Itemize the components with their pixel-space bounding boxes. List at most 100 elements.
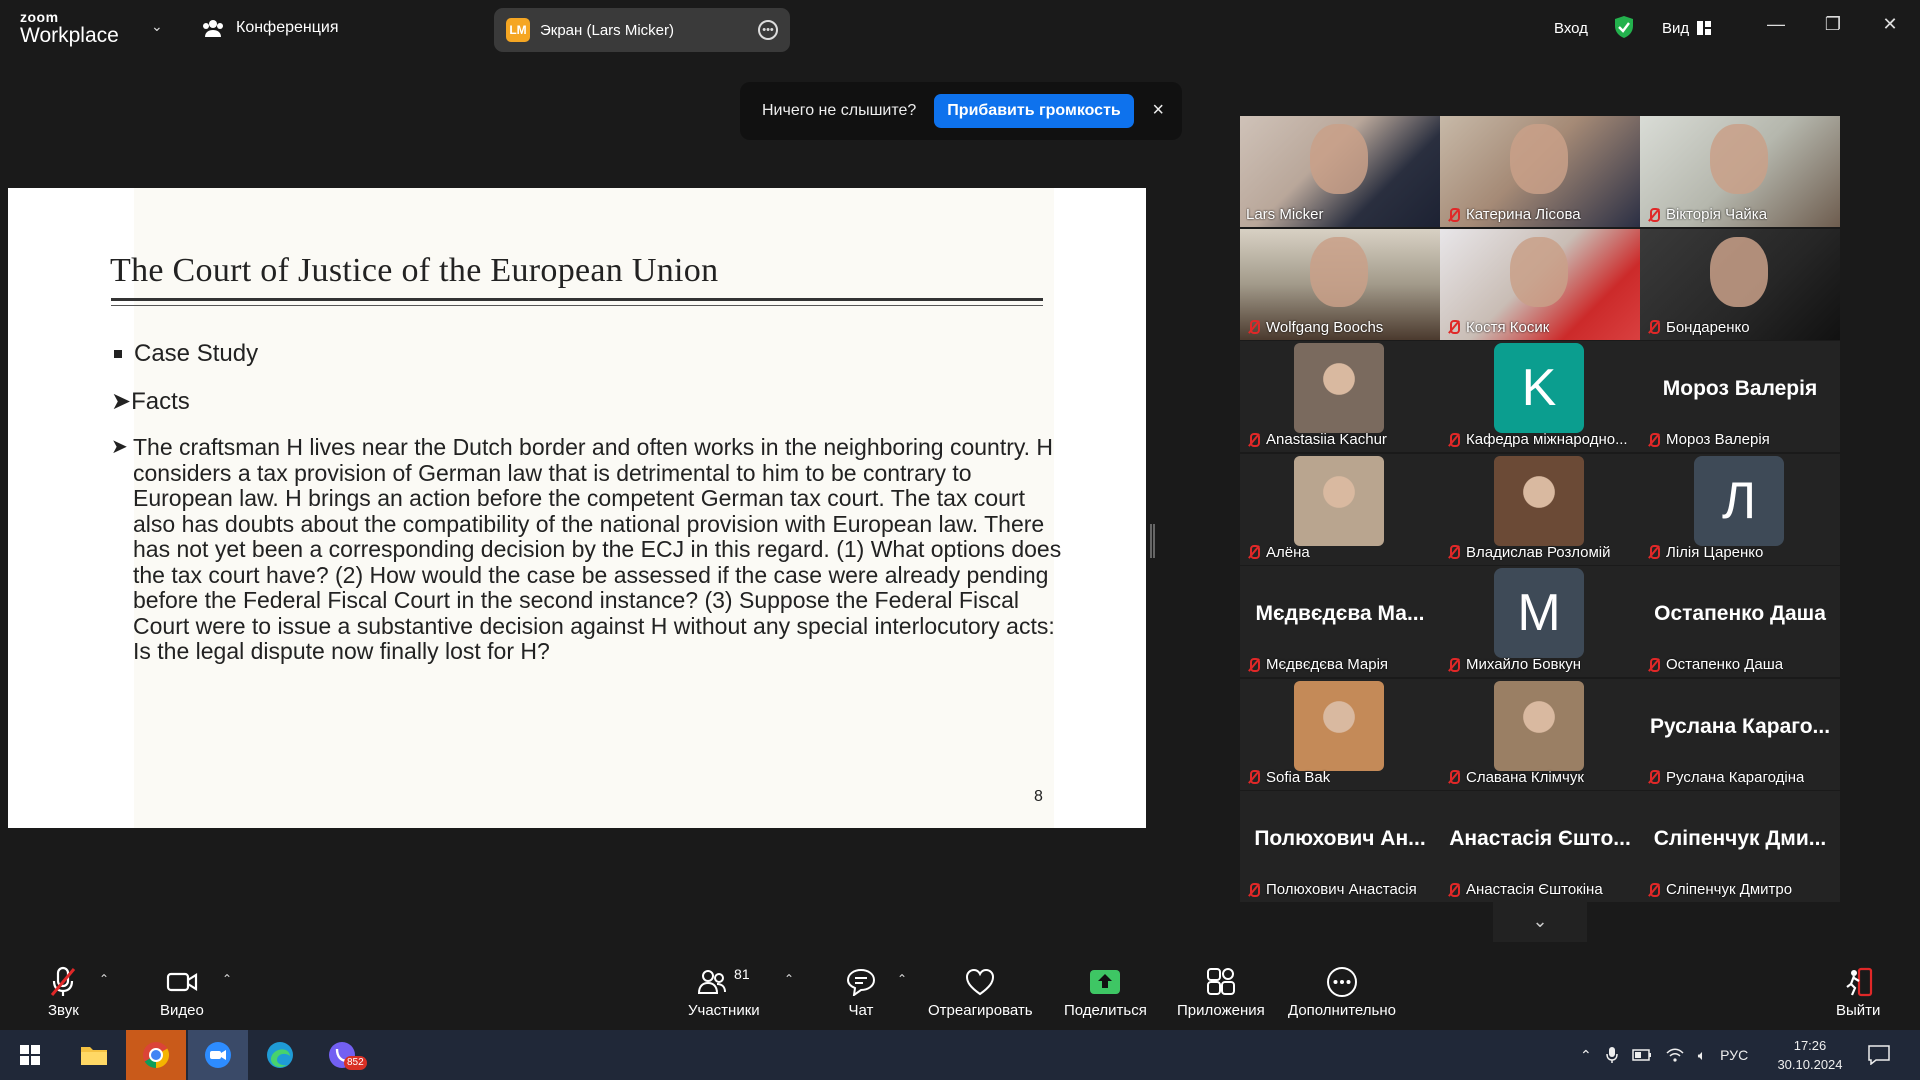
participant-tile[interactable]: Алёна	[1240, 453, 1440, 565]
restore-icon[interactable]: ❐	[1821, 14, 1845, 35]
view-button[interactable]: Вид	[1662, 0, 1712, 56]
participant-tile[interactable]: Sofia Bak	[1240, 678, 1440, 790]
slide-title: The Court of Justice of the European Uni…	[110, 252, 719, 289]
video-button[interactable]: Видео	[160, 966, 204, 1019]
participant-tile[interactable]: Wolfgang Boochs	[1240, 228, 1440, 340]
participant-display-name: Полюхович Ан...	[1254, 827, 1426, 850]
wifi-icon[interactable]	[1666, 1047, 1684, 1063]
participant-tile[interactable]: Полюхович Ан... Полюхович Анастасія	[1240, 791, 1440, 902]
mic-muted-icon	[1646, 207, 1660, 223]
participant-tile[interactable]: Сліпенчук Дми... Сліпенчук Дмитро	[1640, 791, 1840, 902]
notifications-icon[interactable]	[1868, 1045, 1890, 1065]
participant-name-label: Sofia Bak	[1246, 769, 1330, 786]
more-options-icon[interactable]: •••	[758, 20, 778, 40]
participant-name: Мєдвєдєва Марія	[1266, 656, 1389, 673]
participant-tile[interactable]: Бондаренко	[1640, 228, 1840, 340]
participants-options-caret-icon[interactable]: ⌃	[784, 972, 794, 986]
arrow-bullet-icon: ➤	[111, 436, 128, 458]
participants-label: Участники	[688, 1002, 760, 1019]
tray-mic-icon[interactable]	[1605, 1046, 1618, 1064]
top-bar: zoom Workplace ⌄ Конференция LM Экран (L…	[0, 0, 1920, 56]
participant-tile[interactable]: Владислав Розломій	[1440, 453, 1640, 565]
participant-video-face	[1710, 236, 1768, 307]
apps-button[interactable]: Приложения	[1177, 966, 1265, 1019]
leave-button[interactable]: Выйти	[1836, 966, 1880, 1019]
audio-options-caret-icon[interactable]: ⌃	[99, 972, 109, 986]
participant-tile[interactable]: Катерина Лісова	[1440, 116, 1640, 227]
grid-view-icon	[1697, 21, 1712, 35]
mic-muted-icon	[1646, 319, 1660, 335]
chrome-icon[interactable]	[126, 1030, 186, 1080]
file-explorer-icon[interactable]	[64, 1030, 124, 1080]
participant-tile[interactable]: Мєдвєдєва Ма... Мєдвєдєва Марія	[1240, 566, 1440, 677]
viber-icon[interactable]: 852	[312, 1030, 372, 1080]
participant-tile[interactable]: Lars Micker	[1240, 116, 1440, 227]
audio-button[interactable]: Звук	[48, 966, 79, 1019]
participant-tile[interactable]: Anastasiia Kachur	[1240, 341, 1440, 452]
toast-message: Ничего не слышите?	[762, 102, 917, 119]
chat-options-caret-icon[interactable]: ⌃	[897, 972, 907, 986]
leave-icon	[1846, 967, 1873, 997]
arrow-bullet-icon: ➤	[111, 388, 132, 415]
participant-avatar: M	[1494, 568, 1584, 658]
video-options-caret-icon[interactable]: ⌃	[222, 972, 232, 986]
participants-button[interactable]: 81 Участники	[688, 966, 760, 1019]
sharer-avatar: LM	[506, 18, 530, 42]
login-button[interactable]: Вход	[1554, 0, 1588, 56]
toast-close-icon[interactable]: ×	[1152, 99, 1164, 122]
participant-tile[interactable]: Анастасія Єшто... Анастасія Єштокіна	[1440, 791, 1640, 902]
participant-name-label: Lars Micker	[1246, 206, 1324, 223]
participant-name-label: Вікторія Чайка	[1646, 206, 1767, 223]
volume-muted-icon[interactable]: 🔈︎	[1698, 1047, 1706, 1064]
split-resize-handle[interactable]	[1150, 524, 1155, 558]
participant-name: Lars Micker	[1246, 206, 1324, 223]
participant-name-label: Костя Косик	[1446, 319, 1549, 336]
zoom-app-icon[interactable]	[188, 1030, 248, 1080]
participant-tile[interactable]: Руслана Карaго... Руслана Карагодіна	[1640, 678, 1840, 790]
share-screen-button[interactable]: Поделиться	[1064, 966, 1147, 1019]
language-indicator[interactable]: РУС	[1720, 1047, 1748, 1063]
participant-tile[interactable]: K Кафедра міжнародно...	[1440, 341, 1640, 452]
screen-share-pill[interactable]: LM Экран (Lars Micker) •••	[494, 8, 790, 52]
close-icon[interactable]: ✕	[1878, 14, 1902, 35]
participant-tile[interactable]: Остапенко Даша Остапенко Даша	[1640, 566, 1840, 677]
mic-muted-icon	[1646, 882, 1660, 898]
participant-name: Anastasiia Kachur	[1266, 431, 1387, 448]
increase-volume-button[interactable]: Прибавить громкость	[934, 94, 1134, 128]
participant-tile[interactable]: Славана Клімчук	[1440, 678, 1640, 790]
participant-name: Владислав Розломій	[1466, 543, 1611, 561]
apps-icon	[1206, 968, 1235, 995]
participant-tile[interactable]: Л Лілія Царенко	[1640, 453, 1840, 565]
participant-video-face	[1510, 124, 1568, 194]
edge-icon[interactable]	[250, 1030, 310, 1080]
chat-button[interactable]: Чат	[846, 966, 876, 1019]
conference-menu-button[interactable]: Конференция	[202, 16, 339, 40]
viber-badge: 852	[344, 1056, 367, 1070]
mic-muted-icon	[1446, 544, 1460, 560]
mic-muted-icon	[1446, 319, 1460, 335]
chat-label: Чат	[848, 1002, 874, 1019]
participant-name: Wolfgang Boochs	[1266, 318, 1384, 336]
zoom-window: zoom Workplace ⌄ Конференция LM Экран (L…	[0, 0, 1920, 1080]
more-button[interactable]: Дополнительно	[1288, 966, 1396, 1019]
heart-icon	[966, 968, 995, 996]
chat-icon	[846, 968, 876, 996]
windows-start-icon[interactable]	[0, 1030, 60, 1080]
participant-tile[interactable]: M Михайло Бовкун	[1440, 566, 1640, 677]
share-screen-icon	[1090, 970, 1121, 994]
battery-icon[interactable]	[1631, 1048, 1652, 1062]
chevron-down-icon[interactable]: ⌄	[151, 18, 163, 35]
react-button[interactable]: Отреагировать	[928, 966, 1033, 1019]
participant-video-face	[1310, 236, 1368, 307]
participant-tile[interactable]: Мороз Валерія Мороз Валерія	[1640, 341, 1840, 452]
participant-tile[interactable]: Вікторія Чайка	[1640, 116, 1840, 227]
meeting-controls: Звук ⌃ Видео ⌃ 81 Участники ⌃ Чат ⌃ Отре…	[0, 956, 1920, 1030]
minimize-icon[interactable]: —	[1764, 14, 1788, 35]
clock[interactable]: 17:26 30.10.2024	[1770, 1036, 1850, 1074]
participant-name-label: Катерина Лісова	[1446, 206, 1581, 223]
tray-chevron-up-icon[interactable]: ⌃	[1580, 1047, 1592, 1064]
participant-name: Алёна	[1266, 543, 1310, 561]
participant-tile[interactable]: Костя Косик	[1440, 228, 1640, 340]
security-shield-icon[interactable]	[1614, 15, 1634, 39]
gallery-next-page-button[interactable]: ⌄	[1493, 900, 1587, 942]
